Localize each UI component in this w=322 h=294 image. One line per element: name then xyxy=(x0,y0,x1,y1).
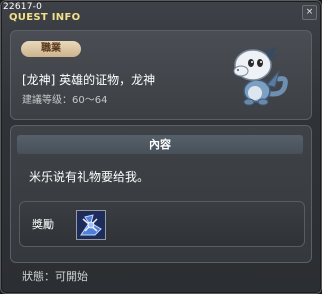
baby-dragon-icon xyxy=(233,47,288,106)
quest-status: 狀態：可開始 xyxy=(22,270,88,283)
quest-info-window: 22617-0 QUEST INFO × 職業 [龙神] 英雄的证物，龙神 建議… xyxy=(0,0,322,294)
quest-name: [龙神] 英雄的证物，龙神 xyxy=(22,73,156,87)
quest-description: 米乐说有礼物要给我。 xyxy=(29,170,150,184)
recommended-level: 建議等级：60～64 xyxy=(22,95,108,106)
reward-item-icon xyxy=(77,211,105,239)
close-button[interactable]: × xyxy=(302,5,317,20)
reward-box: 獎勵 xyxy=(19,201,305,247)
content-header: 內容 xyxy=(17,135,303,154)
reward-item[interactable] xyxy=(76,210,106,240)
content-panel: 內容 米乐说有礼物要给我。 獎勵 xyxy=(10,125,312,263)
job-badge: 職業 xyxy=(21,41,81,57)
close-icon: × xyxy=(305,7,314,17)
title-bar[interactable]: 22617-0 QUEST INFO × xyxy=(1,1,321,25)
quest-summary-panel: 職業 [龙神] 英雄的证物，龙神 建議等级：60～64 xyxy=(10,30,312,120)
window-title: QUEST INFO xyxy=(9,12,81,23)
reward-label: 獎勵 xyxy=(32,218,54,231)
quest-id: 22617-0 xyxy=(3,2,43,12)
